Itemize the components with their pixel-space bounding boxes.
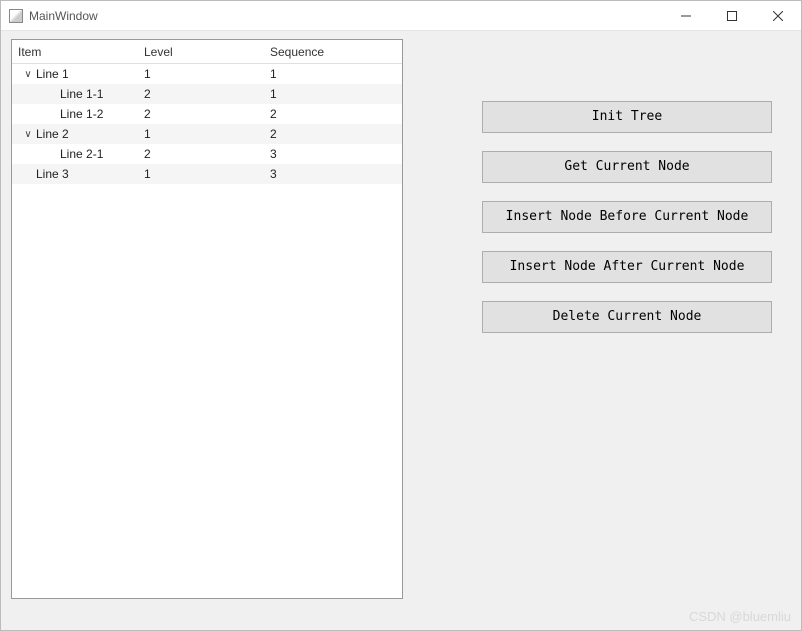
tree-row[interactable]: ∨Line 111 bbox=[12, 64, 402, 84]
titlebar: MainWindow bbox=[1, 1, 801, 31]
chevron-down-icon[interactable]: ∨ bbox=[22, 68, 34, 80]
close-icon bbox=[773, 11, 783, 21]
tree-item-cell: ∨Line 1 bbox=[12, 67, 144, 81]
tree-sequence-cell: 3 bbox=[270, 167, 402, 181]
header-level[interactable]: Level bbox=[144, 45, 270, 59]
header-item[interactable]: Item bbox=[12, 45, 144, 59]
window-title: MainWindow bbox=[29, 9, 98, 23]
tree-item-label: Line 2-1 bbox=[60, 147, 103, 161]
tree-item-label: Line 1-1 bbox=[60, 87, 103, 101]
tree-level-cell: 2 bbox=[144, 147, 270, 161]
tree-row[interactable]: Line 2-1 23 bbox=[12, 144, 402, 164]
tree-item-label: Line 2 bbox=[36, 127, 69, 141]
close-button[interactable] bbox=[755, 1, 801, 31]
tree-item-cell: Line 1-2 bbox=[12, 107, 144, 121]
tree-row[interactable]: ∨Line 212 bbox=[12, 124, 402, 144]
minimize-button[interactable] bbox=[663, 1, 709, 31]
tree-level-cell: 1 bbox=[144, 127, 270, 141]
tree-item-cell: Line 1-1 bbox=[12, 87, 144, 101]
tree-view[interactable]: Item Level Sequence ∨Line 111Line 1-121L… bbox=[11, 39, 403, 599]
tree-level-cell: 1 bbox=[144, 167, 270, 181]
chevron-down-icon bbox=[46, 108, 58, 120]
tree-row[interactable]: Line 3 13 bbox=[12, 164, 402, 184]
chevron-down-icon bbox=[46, 88, 58, 100]
get-current-node-button[interactable]: Get Current Node bbox=[482, 151, 772, 183]
minimize-icon bbox=[681, 11, 691, 21]
init-tree-button[interactable]: Init Tree bbox=[482, 101, 772, 133]
app-icon bbox=[9, 9, 23, 23]
delete-node-button[interactable]: Delete Current Node bbox=[482, 301, 772, 333]
chevron-down-icon bbox=[46, 148, 58, 160]
tree-level-cell: 1 bbox=[144, 67, 270, 81]
tree-item-cell: ∨Line 2 bbox=[12, 127, 144, 141]
content-area: Item Level Sequence ∨Line 111Line 1-121L… bbox=[1, 31, 801, 630]
window-controls bbox=[663, 1, 801, 31]
tree-item-cell: Line 3 bbox=[12, 167, 144, 181]
maximize-icon bbox=[727, 11, 737, 21]
maximize-button[interactable] bbox=[709, 1, 755, 31]
tree-sequence-cell: 2 bbox=[270, 127, 402, 141]
header-sequence[interactable]: Sequence bbox=[270, 45, 402, 59]
tree-item-label: Line 3 bbox=[36, 167, 69, 181]
chevron-down-icon[interactable]: ∨ bbox=[22, 128, 34, 140]
tree-row[interactable]: Line 1-1 21 bbox=[12, 84, 402, 104]
tree-level-cell: 2 bbox=[144, 87, 270, 101]
tree-row[interactable]: Line 1-2 22 bbox=[12, 104, 402, 124]
tree-body: ∨Line 111Line 1-121Line 1-222∨Line 212Li… bbox=[12, 64, 402, 184]
chevron-down-icon bbox=[22, 168, 34, 180]
insert-before-button[interactable]: Insert Node Before Current Node bbox=[482, 201, 772, 233]
tree-item-label: Line 1-2 bbox=[60, 107, 103, 121]
tree-header: Item Level Sequence bbox=[12, 40, 402, 64]
tree-item-cell: Line 2-1 bbox=[12, 147, 144, 161]
tree-sequence-cell: 2 bbox=[270, 107, 402, 121]
tree-sequence-cell: 1 bbox=[270, 87, 402, 101]
watermark: CSDN @bluemliu bbox=[689, 609, 791, 624]
tree-item-label: Line 1 bbox=[36, 67, 69, 81]
tree-sequence-cell: 3 bbox=[270, 147, 402, 161]
tree-sequence-cell: 1 bbox=[270, 67, 402, 81]
tree-level-cell: 2 bbox=[144, 107, 270, 121]
button-panel: Init Tree Get Current Node Insert Node B… bbox=[463, 39, 791, 620]
insert-after-button[interactable]: Insert Node After Current Node bbox=[482, 251, 772, 283]
